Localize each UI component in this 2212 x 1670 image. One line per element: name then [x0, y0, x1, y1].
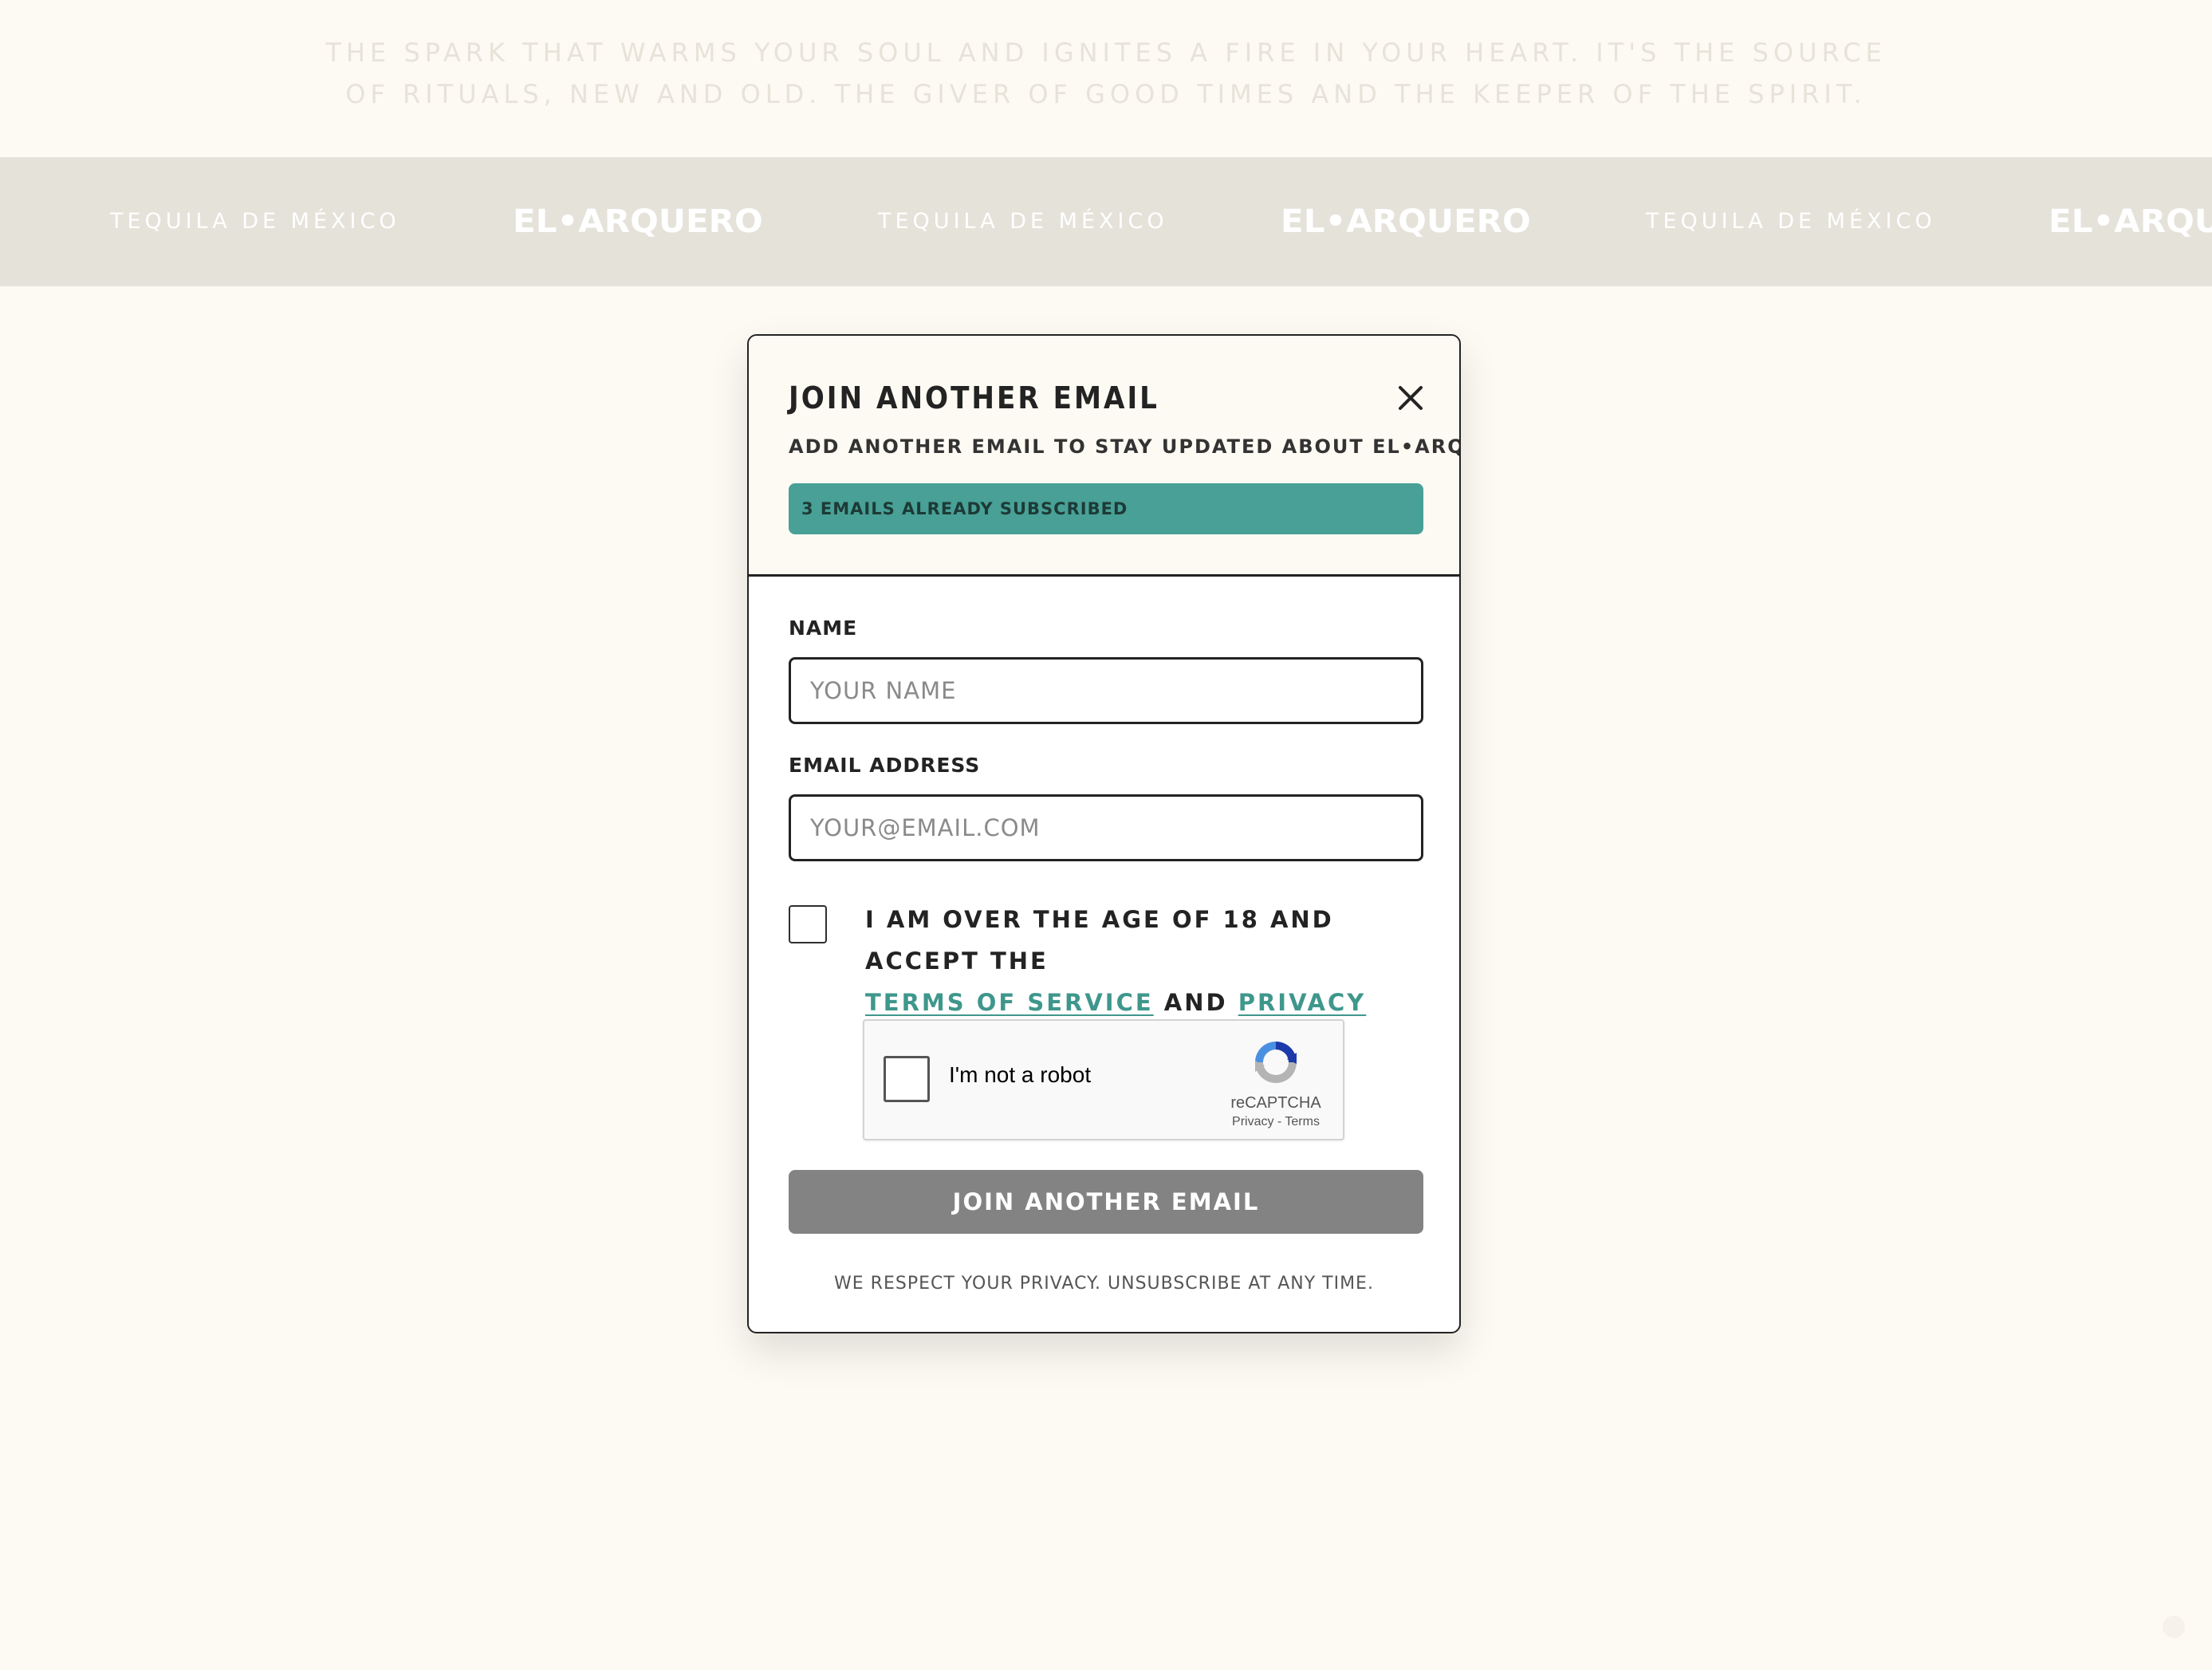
- modal-title: JOIN ANOTHER EMAIL: [789, 380, 1159, 416]
- tagline-line-2: OF RITUALS, NEW AND OLD. THE GIVER OF GO…: [345, 79, 1867, 109]
- recaptcha-link-separator: -: [1277, 1115, 1282, 1128]
- recaptcha-logo-icon: [1255, 1042, 1297, 1083]
- marquee-item-logo: EL•ARQUERO: [2049, 203, 2212, 240]
- recaptcha-terms-link[interactable]: Terms: [1285, 1115, 1320, 1128]
- tagline-line-1: THE SPARK THAT WARMS YOUR SOUL AND IGNIT…: [325, 37, 1887, 68]
- recaptcha-brand: reCAPTCHA: [1230, 1094, 1321, 1112]
- join-another-email-button[interactable]: JOIN ANOTHER EMAIL: [789, 1170, 1423, 1234]
- modal-header: JOIN ANOTHER EMAIL ADD ANOTHER EMAIL TO …: [749, 336, 1459, 577]
- consent-text-before: I AM OVER THE AGE OF 18 AND ACCEPT THE: [865, 906, 1334, 975]
- email-input[interactable]: [789, 794, 1423, 861]
- recaptcha-checkbox[interactable]: [884, 1056, 930, 1102]
- recaptcha-links: Privacy - Terms: [1220, 1115, 1332, 1129]
- close-icon: [1399, 386, 1423, 410]
- marquee-item-tequila: TEQUILA DE MÉXICO: [1646, 209, 1936, 234]
- age-consent-checkbox[interactable]: [789, 905, 827, 943]
- close-button[interactable]: [1393, 380, 1428, 416]
- consent-connector: AND: [1163, 989, 1228, 1016]
- subscribed-count-badge: 3 EMAILS ALREADY SUBSCRIBED: [789, 483, 1423, 534]
- recaptcha-privacy-link[interactable]: Privacy: [1232, 1115, 1273, 1128]
- name-label: NAME: [789, 616, 858, 640]
- name-input[interactable]: [789, 657, 1423, 724]
- email-label: EMAIL ADDRESS: [789, 754, 981, 777]
- modal-subtitle: ADD ANOTHER EMAIL TO STAY UPDATED ABOUT …: [789, 435, 1461, 458]
- recaptcha-widget: I'm not a robot reCAPTCHA Privacy - Term…: [863, 1019, 1344, 1140]
- privacy-note: WE RESPECT YOUR PRIVACY. UNSUBSCRIBE AT …: [834, 1274, 1374, 1294]
- corner-widget-icon: [2163, 1616, 2185, 1638]
- brand-marquee-band: TEQUILA DE MÉXICO EL•ARQUERO TEQUILA DE …: [0, 157, 2212, 286]
- marquee-item-logo: EL•ARQUERO: [513, 203, 763, 240]
- join-email-modal: JOIN ANOTHER EMAIL ADD ANOTHER EMAIL TO …: [747, 334, 1461, 1333]
- hero-tagline: THE SPARK THAT WARMS YOUR SOUL AND IGNIT…: [0, 32, 2212, 115]
- marquee-item-tequila: TEQUILA DE MÉXICO: [110, 209, 400, 234]
- recaptcha-label: I'm not a robot: [949, 1062, 1092, 1087]
- marquee-item-tequila: TEQUILA DE MÉXICO: [878, 209, 1168, 234]
- terms-of-service-link[interactable]: TERMS OF SERVICE: [865, 989, 1154, 1016]
- marquee-item-logo: EL•ARQUERO: [1281, 203, 1531, 240]
